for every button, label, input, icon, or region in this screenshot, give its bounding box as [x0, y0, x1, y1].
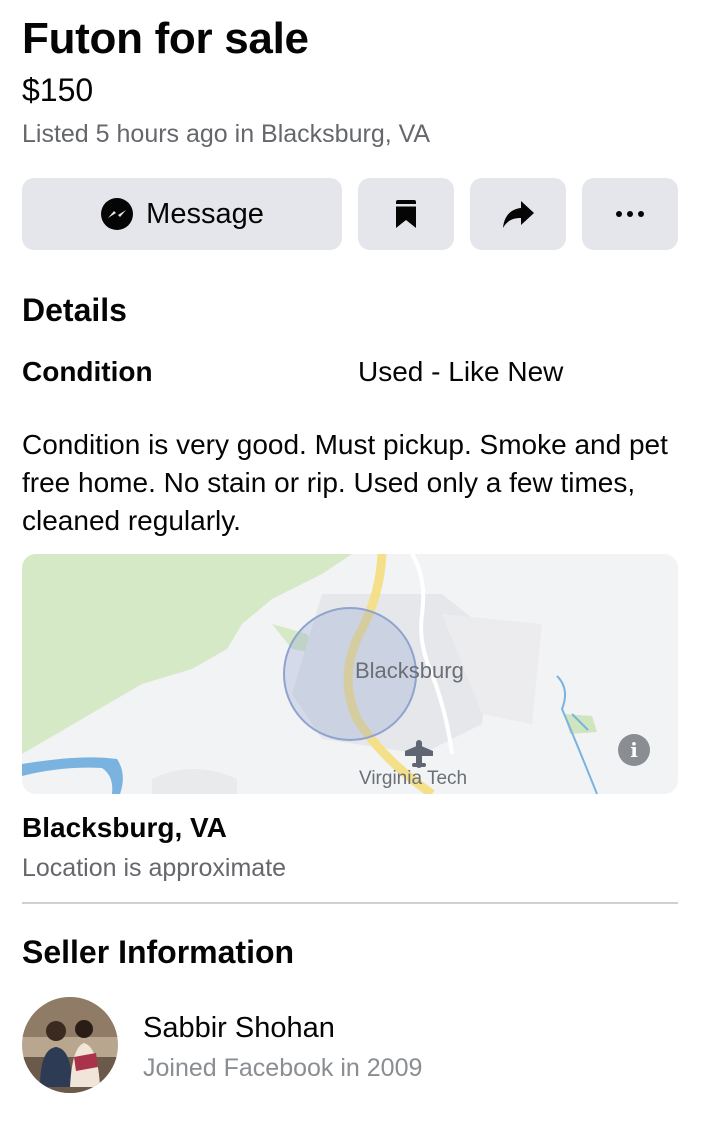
share-button[interactable]: [470, 178, 566, 250]
more-dots-icon: [615, 210, 645, 218]
condition-value: Used - Like New: [358, 356, 564, 387]
seller-name[interactable]: Sabbir Shohan: [143, 1012, 335, 1045]
map-poi-label: Virginia Tech: [359, 768, 468, 789]
map-graphic: [22, 554, 678, 794]
message-button-label: Message: [146, 197, 264, 230]
save-button[interactable]: [358, 178, 454, 250]
listing-title: Futon for sale: [22, 14, 309, 63]
seller-joined: Joined Facebook in 2009: [143, 1054, 423, 1082]
messenger-icon: [100, 197, 134, 231]
condition-label: Condition: [22, 356, 153, 387]
location-note: Location is approximate: [22, 854, 287, 882]
map-city-label: Blacksburg: [355, 658, 464, 683]
message-button[interactable]: Message: [22, 178, 342, 250]
bookmark-icon: [394, 199, 418, 229]
listing-description: Condition is very good. Must pickup. Smo…: [22, 429, 668, 536]
details-heading: Details: [22, 292, 127, 328]
listing-meta: Listed 5 hours ago in Blacksburg, VA: [22, 120, 431, 148]
share-icon: [501, 199, 535, 229]
location-title: Blacksburg, VA: [22, 812, 227, 843]
info-icon[interactable]: i: [618, 734, 650, 766]
more-options-button[interactable]: [582, 178, 678, 250]
info-icon-glyph: i: [630, 738, 638, 762]
listing-price: $150: [22, 72, 94, 108]
seller-heading: Seller Information: [22, 934, 295, 970]
seller-avatar[interactable]: [22, 997, 118, 1093]
location-map[interactable]: Blacksburg Virginia Tech i: [22, 554, 678, 794]
section-divider: [22, 902, 678, 904]
